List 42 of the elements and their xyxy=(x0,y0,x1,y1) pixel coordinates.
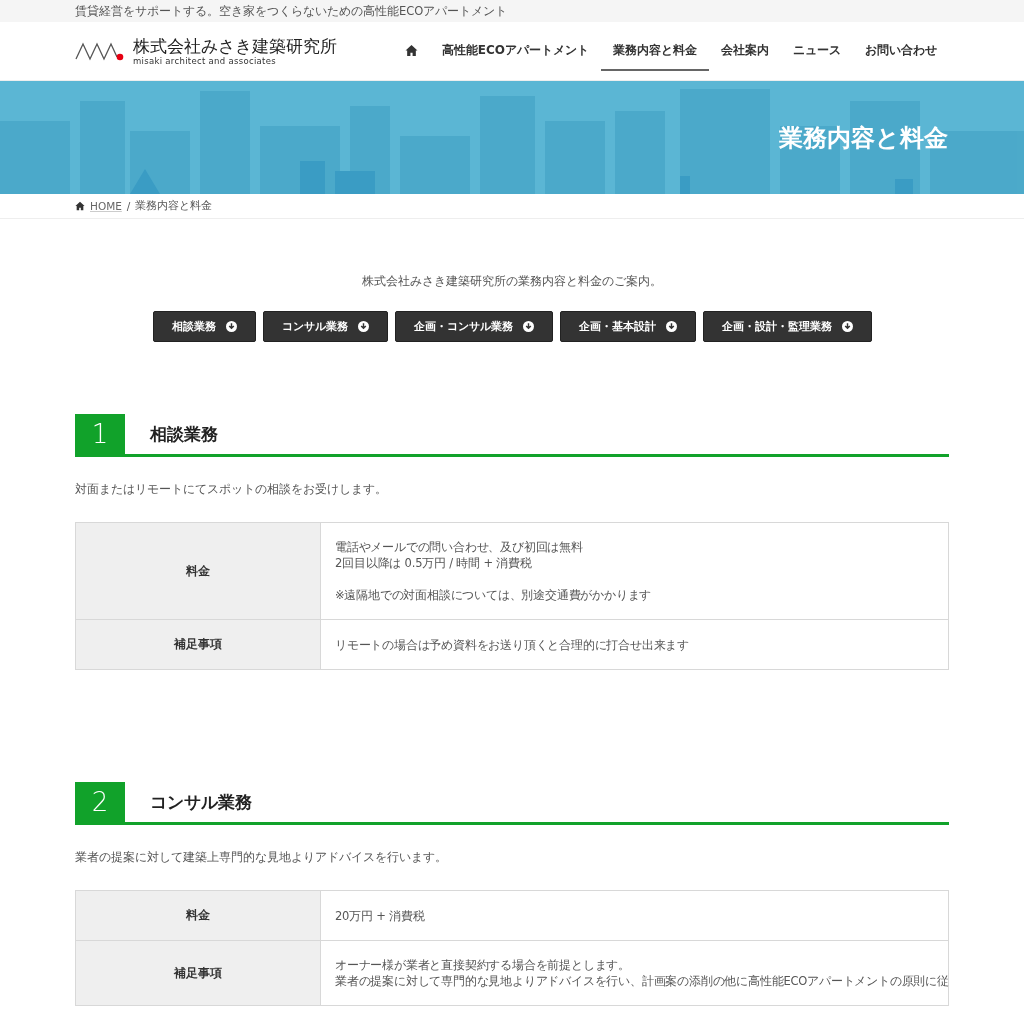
jump-button[interactable]: コンサル業務 xyxy=(262,311,388,342)
home-icon xyxy=(75,201,85,211)
nav-link[interactable]: 高性能ECOアパートメント xyxy=(429,31,601,71)
section-lead: 対面またはリモートにてスポットの相談をお受けします。 xyxy=(75,481,388,498)
cell-text-line: 2回目以降は 0.5万円 / 時間 + 消費税 xyxy=(335,555,532,571)
cell-text-line: 20万円 + 消費税 xyxy=(335,907,425,924)
breadcrumb-separator: / xyxy=(126,200,131,212)
nav-link[interactable]: 会社案内 xyxy=(709,31,781,71)
cell-text-line: オーナー様が業者と直接契約する場合を前提とします。 xyxy=(335,957,630,973)
section-number: 1 xyxy=(75,414,125,454)
down-arrow-circle-icon xyxy=(665,321,677,332)
breadcrumb-home-link[interactable]: HOME xyxy=(90,200,122,212)
table-header-cell: 補足事項 xyxy=(75,940,321,1006)
down-arrow-circle-icon xyxy=(225,321,237,332)
down-arrow-circle-icon xyxy=(841,321,853,332)
logo-title: 株式会社みさき建築研究所 xyxy=(133,36,337,56)
table-header-cell: 料金 xyxy=(75,890,321,941)
nav-link[interactable]: 業務内容と料金 xyxy=(601,31,709,71)
down-arrow-circle-icon xyxy=(522,321,534,332)
intro-text: 株式会社みさき建築研究所の業務内容と料金のご案内。 xyxy=(361,273,663,290)
nav-link[interactable]: お問い合わせ xyxy=(853,31,949,71)
logo-subtitle: misaki architect and associates xyxy=(133,56,277,66)
table-header-cell: 補足事項 xyxy=(75,619,321,670)
jump-button[interactable]: 企画・設計・監理業務 xyxy=(702,311,872,342)
jump-button[interactable]: 相談業務 xyxy=(152,311,256,342)
section-number: 2 xyxy=(75,782,125,822)
down-arrow-circle-icon xyxy=(357,321,369,332)
cell-text-line: 電話やメールでの問い合わせ、及び初回は無料 xyxy=(335,539,583,555)
section-lead: 業者の提案に対して建築上専門的な見地よりアドバイスを行います。 xyxy=(75,849,448,866)
cell-text-line: ※遠隔地での対面相談については、別途交通費がかかります xyxy=(335,587,652,603)
jump-button[interactable]: 企画・コンサル業務 xyxy=(394,311,553,342)
nav-link[interactable]: ニュース xyxy=(781,31,853,71)
breadcrumb-current: 業務内容と料金 xyxy=(135,199,213,213)
home-icon xyxy=(404,43,418,57)
jump-button[interactable]: 企画・基本設計 xyxy=(559,311,696,342)
table-header-cell: 料金 xyxy=(75,522,321,620)
cell-text-line: リモートの場合は予め資料をお送り頂くと合理的に打合せ出来ます xyxy=(335,636,689,653)
section-title: 相談業務 xyxy=(150,422,218,446)
page-title: 業務内容と料金 xyxy=(779,122,948,154)
section-title: コンサル業務 xyxy=(150,790,252,814)
site-tagline: 賃貸経営をサポートする。空き家をつくらないための高性能ECOアパートメント xyxy=(75,3,508,19)
cell-text-line: 業者の提案に対して専門的な見地よりアドバイスを行い、計画案の添削の他に高性能ECOアパートメントの原則に従 xyxy=(335,973,949,989)
